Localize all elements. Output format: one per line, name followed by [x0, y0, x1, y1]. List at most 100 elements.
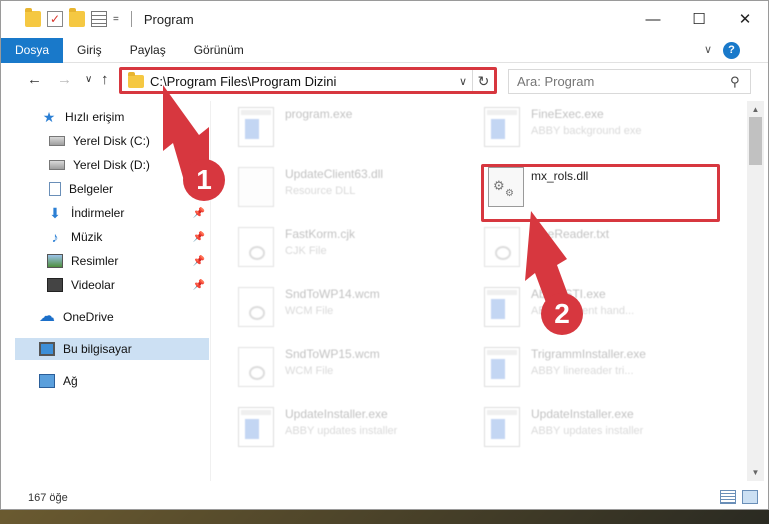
new-folder-icon[interactable] [69, 8, 85, 27]
sidebar-item-music[interactable]: ♪ Müzik 📌 [15, 226, 209, 248]
sidebar-item-documents[interactable]: Belgeler [15, 178, 209, 200]
file-name: FastKorm.cjk [285, 227, 356, 241]
window-title: Program [143, 11, 194, 27]
search-icon[interactable]: ⚲ [730, 74, 750, 90]
scroll-down-icon[interactable]: ▼ [747, 464, 764, 481]
back-button[interactable]: ← [27, 71, 42, 88]
file-description: WCM File [285, 365, 334, 377]
help-icon[interactable]: ? [723, 42, 740, 59]
sidebar-item-this-pc[interactable]: Bu bilgisayar [15, 338, 209, 360]
music-icon: ♪ [51, 229, 59, 245]
network-icon [39, 374, 55, 388]
sidebar-item-network[interactable]: Ağ [15, 370, 209, 392]
computer-icon [39, 342, 55, 356]
file-item[interactable]: program.exe [238, 101, 478, 155]
title-separator [130, 11, 132, 27]
pictures-icon [47, 254, 63, 268]
sidebar-item-videos[interactable]: Videolar 📌 [15, 274, 209, 296]
cloud-icon: ☁ [39, 308, 55, 325]
refresh-button[interactable]: ↻ [472, 70, 494, 93]
minimize-button[interactable]: — [630, 1, 676, 37]
sidebar-item-local-disk-c[interactable]: Yerel Disk (C:) 📌 [15, 130, 209, 152]
title-bar: ✓ = Program — ☐ ✕ [1, 1, 768, 37]
sidebar-item-local-disk-d[interactable]: Yerel Disk (D:) [15, 154, 209, 176]
address-bar[interactable]: C:\Program Files\Program Dizini ∨ ↻ [121, 69, 495, 94]
file-item[interactable]: SndToWP15.wcm WCM File [238, 341, 478, 395]
exe-icon [238, 407, 274, 447]
gear-icon: ⚙ [493, 178, 505, 193]
file-item[interactable]: UpdateInstaller.exe ABBY updates install… [238, 401, 478, 455]
doc-icon [484, 227, 520, 267]
file-name: FineReader.txt [531, 227, 610, 241]
exe-icon [484, 287, 520, 327]
file-name: mx_rols.dll [531, 169, 589, 183]
maximize-button[interactable]: ☐ [676, 1, 722, 37]
search-box[interactable]: ⚲ [508, 69, 751, 94]
search-input[interactable] [517, 74, 730, 89]
recent-locations-button[interactable]: ∨ [85, 74, 92, 85]
expand-ribbon-icon[interactable]: ∨ [704, 43, 712, 56]
exe-icon [484, 407, 520, 447]
tiles-view-icon[interactable] [742, 490, 758, 504]
star-icon: ★ [42, 109, 56, 125]
sidebar-item-pictures[interactable]: Resimler 📌 [15, 250, 209, 272]
tab-giris[interactable]: Giriş [63, 38, 116, 63]
file-item[interactable]: TrigrammInstaller.exe ABBY linereader tr… [484, 341, 724, 395]
tab-dosya[interactable]: Dosya [1, 37, 64, 63]
file-name: UpdateInstaller.exe [285, 407, 388, 421]
file-item[interactable]: FineExec.exe ABBY background exe [484, 101, 724, 155]
file-name: FineExec.exe [531, 107, 604, 121]
sidebar-item-quick-access[interactable]: ★ Hızlı erişim [15, 106, 209, 128]
sidebar-item-label: İndirmeler [71, 206, 125, 220]
file-description: CJK File [285, 245, 327, 257]
up-button[interactable]: ↑ [101, 71, 109, 88]
file-name: UpdateClient63.dll [285, 167, 384, 181]
gear-icon: ⚙ [505, 188, 514, 199]
scroll-thumb[interactable] [749, 117, 762, 165]
file-item[interactable]: UpdateInstaller.exe ABBY updates install… [484, 401, 724, 455]
doc-icon [238, 227, 274, 267]
properties-check-icon[interactable]: ✓ [47, 11, 63, 27]
details-view-icon[interactable] [720, 490, 736, 504]
exe-icon [484, 107, 520, 147]
step-badge-1: 1 [183, 159, 225, 201]
vertical-scrollbar[interactable]: ▲ ▼ [747, 101, 764, 481]
step-badge-2: 2 [541, 293, 583, 335]
address-dropdown-icon[interactable]: ∨ [454, 75, 472, 88]
qat-dropdown-icon[interactable]: = [113, 14, 119, 25]
sidebar-item-label: Yerel Disk (C:) [73, 134, 150, 148]
file-list: program.exe FineExec.exe ABBY background… [212, 101, 747, 481]
navigation-bar: ← → ∨ ↑ C:\Program Files\Program Dizini … [1, 64, 768, 98]
dll-icon: ⚙ ⚙ [488, 167, 524, 207]
file-item[interactable]: FastKorm.cjk CJK File [238, 221, 478, 275]
sidebar-item-onedrive[interactable]: ☁ OneDrive [15, 306, 209, 328]
forward-button[interactable]: → [57, 71, 72, 88]
properties-icon[interactable] [91, 11, 107, 27]
file-item[interactable]: FineReader.txt File [484, 221, 724, 275]
exe-icon [238, 107, 274, 147]
sidebar-item-label: Videolar [71, 278, 115, 292]
view-buttons [720, 490, 758, 504]
file-description: Resource DLL [285, 185, 356, 197]
sidebar-item-downloads[interactable]: ⬇ İndirmeler 📌 [15, 202, 209, 224]
tab-paylas[interactable]: Paylaş [116, 38, 180, 63]
file-name: SndToWP14.wcm [285, 287, 380, 301]
address-path[interactable]: C:\Program Files\Program Dizini [150, 74, 454, 89]
file-description: ABBY background exe [531, 125, 642, 137]
file-item[interactable]: AbbyySTI.exe ABBYY event hand... [484, 281, 724, 335]
file-description: File [531, 245, 549, 257]
documents-icon [49, 182, 61, 196]
file-item[interactable]: SndToWP14.wcm WCM File [238, 281, 478, 335]
scroll-up-icon[interactable]: ▲ [747, 101, 764, 118]
tab-gorunum[interactable]: Görünüm [180, 38, 258, 63]
pin-icon: 📌 [192, 207, 205, 219]
file-item[interactable]: UpdateClient63.dll Resource DLL [238, 161, 478, 215]
drive-icon [49, 136, 65, 146]
quick-access-toolbar: ✓ = Program [1, 8, 194, 27]
close-button[interactable]: ✕ [722, 1, 768, 37]
file-name: UpdateInstaller.exe [531, 407, 634, 421]
file-name: SndToWP15.wcm [285, 347, 380, 361]
file-item-highlighted[interactable]: ⚙ ⚙ mx_rols.dll [484, 161, 724, 215]
doc-icon [238, 287, 274, 327]
file-description: ABBY updates installer [285, 425, 398, 437]
